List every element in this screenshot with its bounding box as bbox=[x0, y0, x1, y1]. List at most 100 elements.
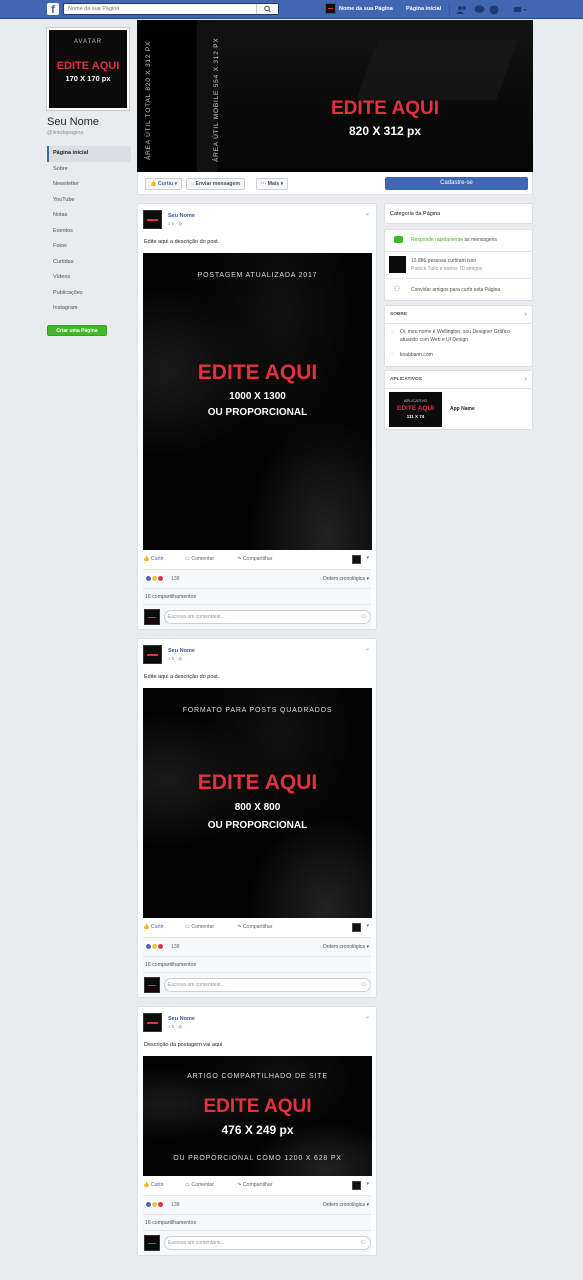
post-image[interactable]: POSTAGEM ATUALIZADA 2017 EDITE AQUI 1000… bbox=[143, 253, 372, 550]
post-as-avatar[interactable] bbox=[352, 923, 361, 932]
about-header[interactable]: SOBRE › bbox=[385, 306, 532, 324]
post-image[interactable]: FORMATO PARA POSTS QUADRADOS EDITE AQUI … bbox=[143, 688, 372, 918]
reaction-count[interactable]: 138 bbox=[171, 944, 180, 950]
liked-button[interactable]: 👍 Curtiu ▾ bbox=[145, 178, 183, 190]
comment-action[interactable]: ▭ Comentar bbox=[185, 924, 214, 930]
left-nav: Página inicial Sobre Newsletter YouTube … bbox=[47, 146, 131, 317]
sidebar-item-events[interactable]: Eventos bbox=[47, 224, 131, 240]
app-name[interactable]: App Name bbox=[450, 406, 475, 412]
friends-icon[interactable] bbox=[456, 5, 466, 14]
page-name[interactable]: Seu Nome bbox=[47, 116, 131, 128]
post-as-avatar[interactable] bbox=[352, 555, 361, 564]
post-time[interactable]: 1 h · ◍ bbox=[168, 1024, 182, 1030]
emoji-icon[interactable]: ☺ bbox=[360, 611, 367, 623]
chevron-down-icon[interactable]: ▾ bbox=[366, 923, 369, 929]
share-count[interactable]: 16 compartilhamentos bbox=[143, 957, 371, 973]
page-category[interactable]: Categoria da Página bbox=[385, 204, 532, 224]
sidebar-item-youtube[interactable]: YouTube bbox=[47, 193, 131, 209]
comment-order-select[interactable]: Ordem cronológica ▾ bbox=[323, 1202, 369, 1208]
sidebar-item-videos[interactable]: Vídeos bbox=[47, 270, 131, 286]
apps-header[interactable]: APLICATIVOS › bbox=[385, 371, 532, 389]
sidebar-item-photos[interactable]: Fotos bbox=[47, 239, 131, 255]
sidebar-item-likes[interactable]: Curtidas bbox=[47, 255, 131, 271]
commenter-avatar bbox=[144, 977, 160, 993]
globe-icon[interactable] bbox=[489, 5, 499, 15]
chevron-down-icon[interactable]: ▾ bbox=[366, 555, 369, 561]
like-action[interactable]: 👍 Curtir bbox=[143, 1182, 164, 1188]
post-options-chevron-icon[interactable]: ⌄ bbox=[365, 1013, 370, 1020]
comment-action[interactable]: ▭ Comentar bbox=[185, 556, 214, 562]
post-author-avatar[interactable] bbox=[143, 645, 162, 664]
page-mini-avatar bbox=[325, 3, 336, 14]
page-avatar[interactable]: AVATAR EDITE AQUI 170 X 170 px bbox=[47, 28, 129, 110]
share-action[interactable]: ↷ Compartilhar bbox=[237, 924, 273, 930]
create-page-button[interactable]: Criar uma Página bbox=[47, 324, 107, 336]
emoji-icon[interactable]: ☺ bbox=[360, 1237, 367, 1249]
reaction-icons[interactable] bbox=[145, 943, 164, 950]
about-link-row[interactable]: ◌ knabbann.com bbox=[385, 348, 532, 364]
likes-row[interactable]: 13.886 pessoas curtiram isso Patrick Tul… bbox=[385, 252, 532, 279]
chevron-down-icon[interactable]: ▾ bbox=[366, 1181, 369, 1187]
invite-row[interactable]: ⚇ Convidar amigos para curtir esta Págin… bbox=[385, 279, 532, 301]
reaction-icons[interactable] bbox=[145, 1201, 164, 1208]
app-thumbnail[interactable]: APLICATIVO EDITE AQUI 111 X 74 bbox=[389, 392, 442, 427]
post-time[interactable]: 1 h · ◍ bbox=[168, 656, 182, 662]
like-action[interactable]: 👍 Curtir bbox=[143, 556, 164, 562]
post-author-name[interactable]: Seu Nome bbox=[168, 213, 195, 219]
sidebar-item-notes[interactable]: Notas bbox=[47, 208, 131, 224]
comment-order-select[interactable]: Ordem cronológica ▾ bbox=[323, 944, 369, 950]
post-author-avatar[interactable] bbox=[143, 210, 162, 229]
sidebar-item-posts[interactable]: Publicações bbox=[47, 286, 131, 302]
page-username[interactable]: @linkdapagina bbox=[47, 130, 131, 136]
emoji-icon[interactable]: ☺ bbox=[360, 979, 367, 991]
share-action[interactable]: ↷ Compartilhar bbox=[237, 1182, 273, 1188]
app-thumb-size: 111 X 74 bbox=[406, 414, 425, 419]
sidebar-item-about[interactable]: Sobre bbox=[47, 162, 131, 178]
post-author-name[interactable]: Seu Nome bbox=[168, 648, 195, 654]
post-options-chevron-icon[interactable]: ⌄ bbox=[365, 645, 370, 652]
thumb-icon: 👍 bbox=[150, 181, 157, 187]
sidebar-item-instagram[interactable]: Instagram bbox=[47, 301, 131, 317]
signup-button[interactable]: Cadastre-se bbox=[385, 177, 528, 190]
comment-action[interactable]: ▭ Comentar bbox=[185, 1182, 214, 1188]
post-author-name[interactable]: Seu Nome bbox=[168, 1016, 195, 1022]
search-button[interactable] bbox=[256, 4, 278, 14]
search-input[interactable] bbox=[64, 4, 254, 14]
comment-input[interactable]: Escreva um comentário... ☺ bbox=[164, 1236, 371, 1250]
messages-icon[interactable] bbox=[474, 5, 485, 14]
app-thumb-edit: EDITE AQUI bbox=[397, 405, 434, 412]
post-as-avatar[interactable] bbox=[352, 1181, 361, 1190]
post-author-avatar[interactable] bbox=[143, 1013, 162, 1032]
comment-order-select[interactable]: Ordem cronológica ▾ bbox=[323, 576, 369, 582]
post-options-chevron-icon[interactable]: ⌄ bbox=[365, 210, 370, 217]
send-message-button[interactable]: ◌ Enviar mensagem bbox=[186, 178, 245, 190]
reaction-count[interactable]: 138 bbox=[171, 576, 180, 582]
about-link[interactable]: knabbann.com bbox=[400, 352, 433, 358]
sidebar-item-newsletter[interactable]: Newsletter bbox=[47, 177, 131, 193]
reaction-icons[interactable] bbox=[145, 575, 164, 582]
globe-icon: ◍ bbox=[178, 656, 183, 661]
facebook-logo-icon[interactable]: f bbox=[47, 3, 59, 15]
like-action[interactable]: 👍 Curtir bbox=[143, 924, 164, 930]
more-button[interactable]: ··· Mais ▾ bbox=[256, 178, 289, 190]
share-action[interactable]: ↷ Compartilhar bbox=[237, 556, 273, 562]
top-page-link[interactable]: Nome da sua Página bbox=[325, 3, 393, 14]
reaction-count[interactable]: 138 bbox=[171, 1202, 180, 1208]
comment-input[interactable]: Escreva um comentário... ☺ bbox=[164, 610, 371, 624]
post-image[interactable]: ARTIGO COMPARTILHADO DE SITE EDITE AQUI … bbox=[143, 1056, 372, 1176]
post-description: Descrição da postagem vai aqui bbox=[144, 1042, 223, 1048]
sidebar-item-home[interactable]: Página inicial bbox=[47, 146, 131, 162]
share-count[interactable]: 16 compartilhamentos bbox=[143, 589, 371, 605]
app-row[interactable]: APLICATIVO EDITE AQUI 111 X 74 App Name bbox=[385, 389, 532, 429]
top-home-link[interactable]: Página inicial bbox=[406, 6, 441, 12]
fast-response-icon bbox=[394, 236, 403, 243]
search-box[interactable] bbox=[63, 3, 279, 15]
comment-icon: ▭ bbox=[185, 1182, 190, 1188]
post-time[interactable]: 1 h · ◍ bbox=[168, 221, 182, 227]
settings-dropdown-icon[interactable] bbox=[514, 5, 527, 14]
post-card: Seu Nome 1 h · ◍ ⌄ Descrição da postagem… bbox=[137, 1006, 377, 1256]
thumb-icon: 👍 bbox=[143, 556, 150, 562]
cover-photo[interactable]: ÁREA ÚTIL TOTAL 820 X 312 PX ÁREA ÚTIL M… bbox=[137, 20, 533, 172]
share-count[interactable]: 16 compartilhamentos bbox=[143, 1215, 371, 1231]
comment-input[interactable]: Escreva um comentário... ☺ bbox=[164, 978, 371, 992]
